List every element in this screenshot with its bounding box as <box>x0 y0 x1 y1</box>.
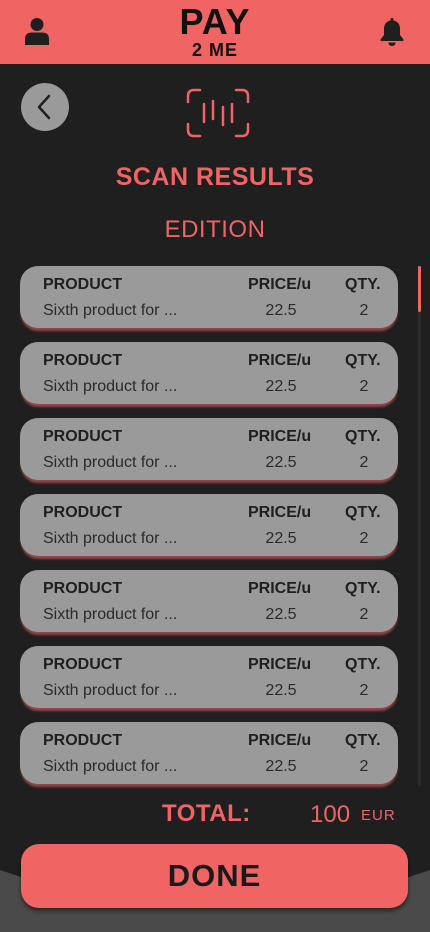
product-qty: 2 <box>359 378 369 395</box>
qty-header: QTY. <box>345 428 381 445</box>
product-row[interactable]: PRODUCT PRICE/u QTY. Sixth product for ... 2… <box>20 494 398 556</box>
price-header: PRICE/u <box>248 732 312 749</box>
total-value: 100 <box>310 801 351 828</box>
product-name: Sixth product for ... <box>43 606 178 623</box>
logo-text-primary: PAY <box>179 1 251 42</box>
product-row[interactable]: PRODUCT PRICE/u QTY. Sixth product for ... 2… <box>20 722 398 784</box>
product-row[interactable]: PRODUCT PRICE/u QTY. Sixth product for ... 2… <box>20 266 398 328</box>
chevron-left-icon <box>37 94 51 120</box>
product-row[interactable]: PRODUCT PRICE/u QTY. Sixth product for ... 2… <box>20 342 398 404</box>
product-qty: 2 <box>359 530 369 547</box>
price-header: PRICE/u <box>248 656 312 673</box>
logo-text-secondary: 2 ME <box>191 40 238 60</box>
product-header: PRODUCT <box>43 352 123 369</box>
product-price: 22.5 <box>265 682 297 699</box>
back-button[interactable] <box>21 83 69 131</box>
price-header: PRICE/u <box>248 580 312 597</box>
total-currency: EUR <box>361 807 396 824</box>
product-name: Sixth product for ... <box>43 302 178 319</box>
qty-header: QTY. <box>345 656 381 673</box>
product-header: PRODUCT <box>43 580 123 597</box>
product-price: 22.5 <box>265 530 297 547</box>
product-price: 22.5 <box>265 758 297 775</box>
qty-header: QTY. <box>345 504 381 521</box>
product-name: Sixth product for ... <box>43 378 178 395</box>
done-button[interactable]: DONE <box>21 844 408 908</box>
product-row[interactable]: PRODUCT PRICE/u QTY. Sixth product for ... 2… <box>20 418 398 480</box>
product-qty: 2 <box>359 606 369 623</box>
product-price: 22.5 <box>265 606 297 623</box>
product-qty: 2 <box>359 454 369 471</box>
price-header: PRICE/u <box>248 352 312 369</box>
qty-header: QTY. <box>345 276 381 293</box>
barcode-scan-icon <box>186 88 250 138</box>
product-name: Sixth product for ... <box>43 454 178 471</box>
price-header: PRICE/u <box>248 504 312 521</box>
product-name: Sixth product for ... <box>43 758 178 775</box>
total-label: TOTAL: <box>162 800 251 827</box>
user-icon[interactable] <box>24 17 50 45</box>
product-row[interactable]: PRODUCT PRICE/u QTY. Sixth product for ... 2… <box>20 570 398 632</box>
price-header: PRICE/u <box>248 428 312 445</box>
price-header: PRICE/u <box>248 276 312 293</box>
page-title: SCAN RESULTS <box>115 163 315 191</box>
product-header: PRODUCT <box>43 504 123 521</box>
qty-header: QTY. <box>345 352 381 369</box>
scrollbar-thumb[interactable] <box>418 266 421 312</box>
product-row[interactable]: PRODUCT PRICE/u QTY. Sixth product for ... 2… <box>20 646 398 708</box>
product-qty: 2 <box>359 758 369 775</box>
qty-header: QTY. <box>345 580 381 597</box>
bell-icon[interactable] <box>378 16 406 46</box>
product-header: PRODUCT <box>43 276 123 293</box>
list-scrollbar[interactable] <box>418 266 421 786</box>
product-name: Sixth product for ... <box>43 530 178 547</box>
product-price: 22.5 <box>265 378 297 395</box>
product-qty: 2 <box>359 682 369 699</box>
app-header: PAY 2 ME <box>0 0 430 64</box>
page-subtitle: EDITION <box>164 216 266 243</box>
product-header: PRODUCT <box>43 656 123 673</box>
product-header: PRODUCT <box>43 732 123 749</box>
product-name: Sixth product for ... <box>43 682 178 699</box>
scan-results-screen: PAY 2 ME SCAN RESULTS EDITION PRODUCT PRI… <box>0 0 430 932</box>
product-list: PRODUCT PRICE/u QTY. Sixth product for ... 2… <box>20 266 398 798</box>
qty-header: QTY. <box>345 732 381 749</box>
product-header: PRODUCT <box>43 428 123 445</box>
product-price: 22.5 <box>265 302 297 319</box>
product-price: 22.5 <box>265 454 297 471</box>
product-qty: 2 <box>359 302 369 319</box>
app-logo: PAY 2 ME <box>165 3 265 61</box>
